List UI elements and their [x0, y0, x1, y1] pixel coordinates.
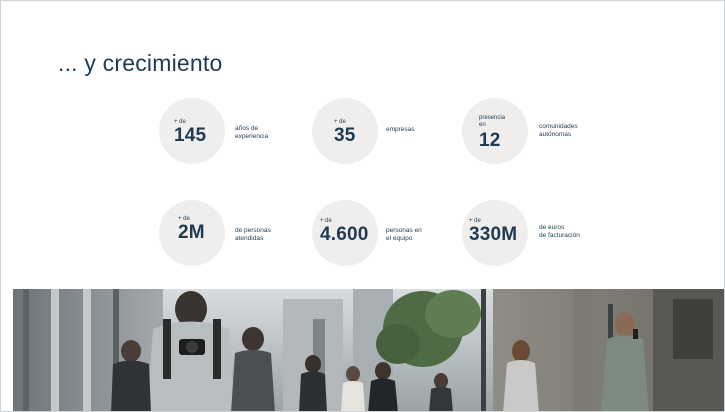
- stat-years: + de 145 años de experiencia: [159, 98, 299, 168]
- stat-regions: presencia en 12 comunidades autónomas: [462, 98, 612, 168]
- stat-value: 2M: [178, 222, 205, 243]
- stat-description: años de experiencia: [235, 125, 269, 140]
- street-crowd-photo-drawing: [13, 289, 724, 411]
- stat-description: personas en el equipo: [386, 227, 422, 242]
- stat-value: 330M: [469, 224, 518, 245]
- stat-description: de personas atendidas: [235, 227, 271, 242]
- stat-value: 4.600: [320, 224, 369, 245]
- stat-prefix: presencia en: [479, 115, 506, 128]
- slide-title: ... y crecimiento: [58, 50, 223, 76]
- stat-value: 145: [174, 125, 207, 146]
- stat-revenue: + de 330M de euros de facturación: [462, 200, 612, 270]
- stat-value: 35: [334, 125, 356, 146]
- stat-companies: + de 35 empresas: [312, 98, 452, 168]
- stat-description: empresas: [386, 126, 415, 133]
- stat-description: de euros de facturación: [539, 224, 580, 239]
- stat-people-served: + de 2M de personas atendidas: [159, 200, 299, 270]
- stat-value: 12: [479, 130, 501, 151]
- stat-team: + de 4.600 personas en el equipo: [312, 200, 452, 270]
- street-crowd-photo: [13, 289, 724, 411]
- slide: ... y crecimiento + de 145 años de exper…: [0, 0, 725, 412]
- stat-description: comunidades autónomas: [539, 123, 578, 138]
